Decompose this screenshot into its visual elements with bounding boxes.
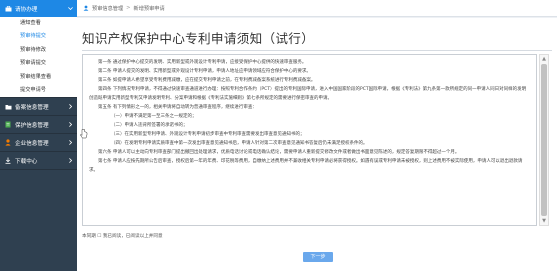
notice-paragraph: 第一条 通过保护中心提交的发明、实用新型或外观设计专利申请，应接受保护中心提供的… — [98, 60, 307, 65]
user-icon — [83, 5, 89, 11]
menu-download[interactable]: 下载中心 — [0, 152, 77, 169]
notice-paragraph: 第二条 申请人提交的发明、实用新型或外观设计专利申请，申请人地址应申请领域应符合… — [98, 69, 311, 74]
notice-paragraph: 第三条 如提申请人希望享受专利费用减缴，应在提交专利申请之前，在专利费减备案系统… — [98, 78, 316, 83]
download-icon — [4, 157, 12, 165]
sidebar: 请协办理 通知查看 预审待提交 预审待修改 预审请提交 预审结果查看 提交申请号… — [0, 0, 77, 271]
chevron-down-icon — [67, 6, 73, 12]
menu-enterprise[interactable]: 企业信息管理 — [0, 134, 77, 151]
menu-label: 备案信息管理 — [15, 104, 49, 111]
breadcrumb: 预审信息管理 > 新增预审申请 — [77, 0, 557, 17]
scrollbar-thumb[interactable] — [541, 64, 547, 216]
notice-document: 第一条 通过保护中心提交的发明、实用新型或外观设计专利申请，应接受保护中心提供的… — [82, 54, 537, 226]
notice-list-item: （三）在实用新型专利申请、外观设计专利申请初步审查中专利审查需要发出审查意见通知… — [111, 132, 305, 137]
notice-list-item: （一）申请不满足第一至三条之一规定的； — [111, 114, 197, 119]
menu-qingxie[interactable]: 请协办理 — [0, 0, 77, 17]
sidebar-item-notice[interactable]: 通知查看 — [0, 17, 77, 30]
menu-label: 保护信息管理 — [15, 122, 49, 129]
folder-icon — [4, 103, 12, 111]
scroll-down-icon[interactable]: ▼ — [540, 217, 548, 225]
breadcrumb-separator: > — [126, 5, 131, 11]
chevron-right-icon — [67, 122, 73, 128]
sidebar-item-result[interactable]: 预审结果查看 — [0, 71, 77, 84]
doc-icon — [4, 121, 12, 129]
menu-label: 企业信息管理 — [15, 140, 49, 147]
document-scrollbar[interactable]: ▲ ▼ — [539, 54, 549, 226]
breadcrumb-item[interactable]: 预审信息管理 — [92, 5, 123, 12]
chevron-right-icon — [67, 158, 73, 164]
briefcase-icon — [4, 5, 12, 13]
sidebar-item-pending-submit[interactable]: 预审待提交 — [0, 30, 77, 43]
menu-protection[interactable]: 保护信息管理 — [0, 116, 77, 133]
scroll-up-icon[interactable]: ▲ — [540, 55, 548, 63]
notice-paragraph: 第七条 申请人应按先期所公告后审查，授权后第一年的年费、印花税等费用，自缴纳上述… — [89, 159, 523, 173]
notice-paragraph: 第四条 下列情况专利申请，不得通过快速审查通道进行办理：按照专利合作条约（PCT… — [89, 87, 527, 101]
submenu: 通知查看 预审待提交 预审待修改 预审请提交 预审结果查看 提交申请号 — [0, 17, 77, 98]
notice-paragraph: 第五条 有下列情形之一的，相关申请将自动转为普通审查程序，继续进行审查： — [98, 105, 257, 110]
agree-checkbox-row[interactable]: 本同期 ☐ 我已阅读，已阅读以上并同意 — [82, 233, 163, 239]
sidebar-item-app-number[interactable]: 提交申请号 — [0, 84, 77, 97]
next-step-button[interactable]: 下一步 — [303, 252, 333, 262]
agree-label: 本同期 ☐ 我已阅读，已阅读以上并同意 — [82, 234, 163, 239]
notice-list-item: （二）申请人违背所签署的承诺书的； — [111, 123, 188, 128]
page-title: 知识产权保护中心专利申请须知（试行） — [82, 31, 315, 46]
divider — [0, 169, 77, 171]
breadcrumb-current: 新增预审申请 — [133, 5, 165, 12]
menu-label: 下载中心 — [15, 158, 38, 165]
menu-filing[interactable]: 备案信息管理 — [0, 98, 77, 115]
menu-label: 请协办理 — [15, 6, 38, 13]
mouse-cursor-icon — [80, 124, 88, 139]
notice-list-item: （四）在发明专利申请实质审查中第一次发出审查意见通知书后，申请人针对第二次审查意… — [111, 141, 368, 146]
notice-paragraph: 第六条 申请人可以主动向专利审查部门提出撤回出处理请求，优质电话讨论或电话确认结… — [98, 150, 460, 155]
main-panel: 知识产权保护中心专利申请须知（试行） 第一条 通过保护中心提交的发明、实用新型或… — [77, 18, 557, 271]
chevron-right-icon — [67, 140, 73, 146]
chevron-right-icon — [67, 104, 73, 110]
sidebar-item-pending-modify[interactable]: 预审待修改 — [0, 44, 77, 57]
sidebar-item-submitted[interactable]: 预审请提交 — [0, 57, 77, 70]
user-icon — [4, 139, 12, 147]
divider — [82, 50, 552, 51]
